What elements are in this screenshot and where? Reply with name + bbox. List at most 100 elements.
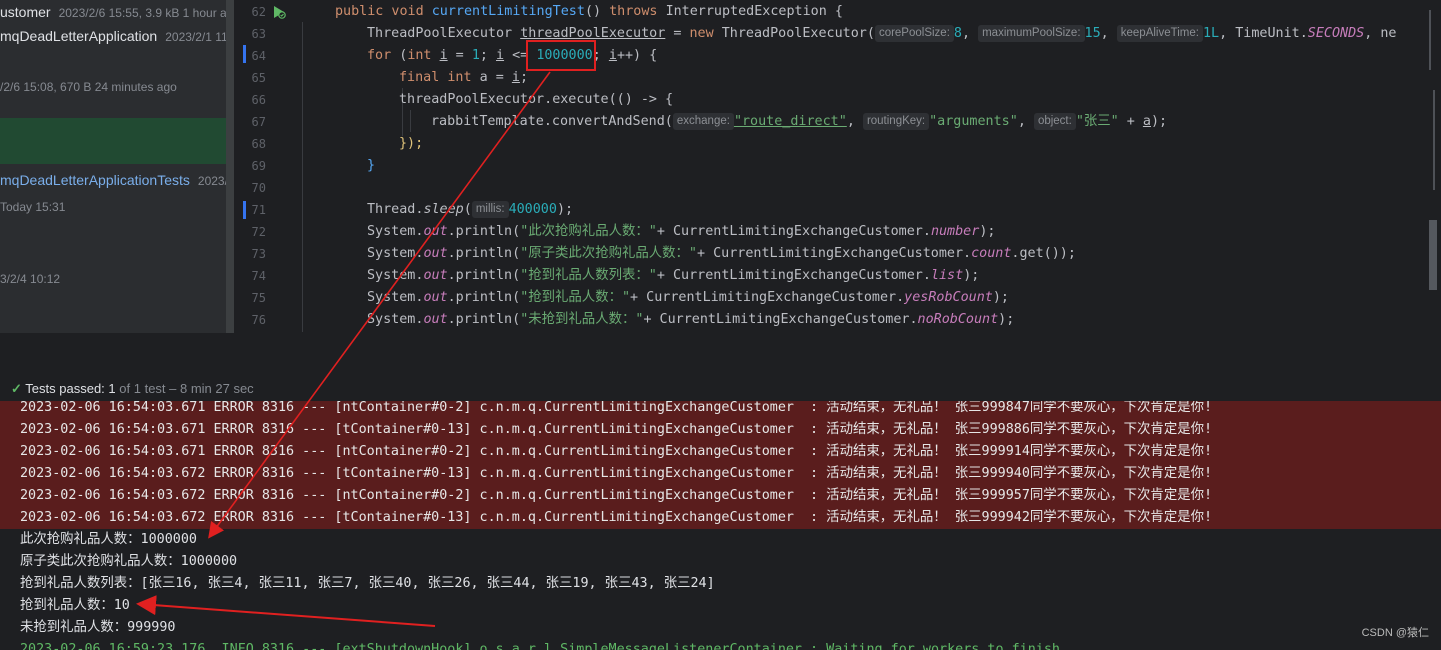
code-text: , [1017, 114, 1034, 129]
line-number: 68 [251, 137, 266, 151]
static-field: out [423, 312, 448, 327]
code-line: final int a = i; [399, 67, 528, 89]
static-field: out [423, 246, 448, 261]
keyword: int [407, 48, 440, 63]
change-marker[interactable] [243, 201, 246, 219]
code-text: System. [367, 246, 424, 261]
static-field: SECONDS [1307, 26, 1365, 41]
code-text: ; [519, 70, 528, 85]
line-number: 64 [251, 49, 266, 63]
scroll-thumb[interactable] [1429, 220, 1437, 290]
output-line: 抢到礼品人数：10 [20, 598, 130, 613]
tests-passed-count: 1 [108, 381, 116, 396]
variable: i [496, 48, 505, 63]
change-marker[interactable] [243, 45, 246, 63]
run-test-icon[interactable] [272, 5, 286, 19]
history-item-meta: 2023/2/6 15:55, 3.9 kB 1 hour ag [58, 6, 234, 20]
history-item[interactable]: mqDeadLetterApplicationTests 2023/ [0, 172, 228, 190]
code-line: for (int i = 1; i <= 1000000; i++) { [367, 45, 657, 67]
line-number: 75 [251, 291, 266, 305]
code-text: ); [1150, 114, 1168, 129]
keyword: throws [609, 4, 666, 19]
code-editor[interactable]: 62 63 64 65 66 67 68 69 70 71 72 73 74 7… [234, 0, 1441, 333]
code-text: , [846, 114, 863, 129]
scroll-marker [1433, 90, 1435, 190]
line-number: 72 [251, 225, 266, 239]
code-line: ThreadPoolExecutor threadPoolExecutor = … [367, 23, 1396, 45]
line-number: 63 [251, 27, 266, 41]
code-text: System. [367, 290, 424, 305]
variable: a [1142, 114, 1151, 129]
number-literal: 1 [471, 48, 480, 63]
line-number: 66 [251, 93, 266, 107]
history-item[interactable]: Today 15:31 [0, 198, 65, 216]
string-literal: "arguments" [929, 114, 1018, 129]
code-line: Thread.sleep(millis: 400000); [367, 199, 573, 221]
number-literal: 400000 [508, 202, 557, 217]
error-log-line: 2023-02-06 16:54:03.672 ERROR 8316 --- [… [20, 466, 1213, 481]
history-item-meta: Today 15:31 [0, 200, 66, 214]
code-line: System.out.println("未抢到礼品人数："+ CurrentLi… [367, 309, 1014, 331]
parameter-hint: keepAliveTime: [1116, 25, 1203, 42]
code-text: }); [399, 136, 424, 151]
code-text: .println( [447, 268, 521, 283]
code-text: .println( [447, 312, 521, 327]
history-item[interactable]: mqDeadLetterApplication 2023/2/1 11:3 [0, 28, 234, 46]
code-text: .println( [447, 290, 521, 305]
code-area[interactable]: public void currentLimitingTest() throws… [335, 0, 1441, 333]
static-field: out [423, 268, 448, 283]
variable: i [439, 48, 448, 63]
static-method: sleep [423, 202, 464, 217]
line-number: 76 [251, 313, 266, 327]
history-item[interactable]: 3/2/4 10:12 [0, 270, 60, 288]
static-field: out [423, 224, 448, 239]
code-line: System.out.println("原子类此次抢购礼品人数："+ Curre… [367, 243, 1076, 265]
history-item-name: ustomer [0, 4, 51, 20]
code-text: ); [963, 268, 980, 283]
code-text: ( [463, 202, 472, 217]
parameter-hint: object: [1033, 113, 1076, 130]
method-name: execute [552, 92, 609, 107]
code-text: ); [556, 202, 574, 217]
output-line: 原子类此次抢购礼品人数：1000000 [20, 554, 238, 569]
history-scrollbar[interactable] [226, 0, 234, 333]
code-text: ++) { [616, 48, 658, 63]
code-text: ); [992, 290, 1009, 305]
number-literal: 15 [1084, 26, 1101, 41]
keyword: new [689, 26, 722, 41]
code-text: } [367, 158, 376, 173]
code-text: + [1118, 114, 1143, 129]
line-number: 62 [251, 5, 266, 19]
highlight-box-loop-limit [526, 40, 596, 71]
run-console[interactable]: 2023-02-06 16:54:03.671 ERROR 8316 --- [… [0, 401, 1441, 650]
code-text: System. [367, 224, 424, 239]
code-text: + CurrentLimitingExchangeCustomer. [697, 246, 972, 261]
code-text: System. [367, 312, 424, 327]
tool-window-header [0, 333, 1441, 377]
parameter-hint: corePoolSize: [874, 25, 954, 42]
code-text: + CurrentLimitingExchangeCustomer. [656, 224, 931, 239]
editor-scrollbar[interactable] [1417, 0, 1441, 333]
code-text: ; [479, 48, 496, 63]
code-line: System.out.println("抢到礼品人数列表："+ CurrentL… [367, 265, 979, 287]
line-number: 67 [251, 115, 266, 129]
history-item[interactable]: /2/6 15:08, 670 B 24 minutes ago [0, 78, 177, 96]
code-text: ThreadPoolExecutor( [721, 26, 875, 41]
scroll-marker [1429, 10, 1431, 70]
line-number: 70 [251, 181, 266, 195]
string-literal: "张三" [1075, 114, 1119, 129]
history-item-name: mqDeadLetterApplication [0, 28, 158, 44]
error-log-line: 2023-02-06 16:54:03.671 ERROR 8316 --- [… [20, 422, 1213, 437]
error-log-line: 2023-02-06 16:54:03.671 ERROR 8316 --- [… [20, 444, 1213, 459]
history-item-meta: 2023/ [197, 174, 228, 188]
code-text: .println( [447, 246, 521, 261]
history-item-name: mqDeadLetterApplicationTests [0, 172, 190, 188]
test-status-bar: ✓ Tests passed: 1 of 1 test – 8 min 27 s… [0, 377, 1441, 401]
output-line: 未抢到礼品人数：999990 [20, 620, 176, 635]
editor-gutter: 62 63 64 65 66 67 68 69 70 71 72 73 74 7… [234, 0, 300, 333]
error-log-line: 2023-02-06 16:54:03.672 ERROR 8316 --- [… [20, 510, 1213, 525]
code-line: System.out.println("抢到礼品人数："+ CurrentLim… [367, 287, 1009, 309]
history-item[interactable]: ustomer 2023/2/6 15:55, 3.9 kB 1 hour ag [0, 4, 233, 22]
code-text: + CurrentLimitingExchangeCustomer. [656, 268, 931, 283]
code-text: , [1100, 26, 1117, 41]
